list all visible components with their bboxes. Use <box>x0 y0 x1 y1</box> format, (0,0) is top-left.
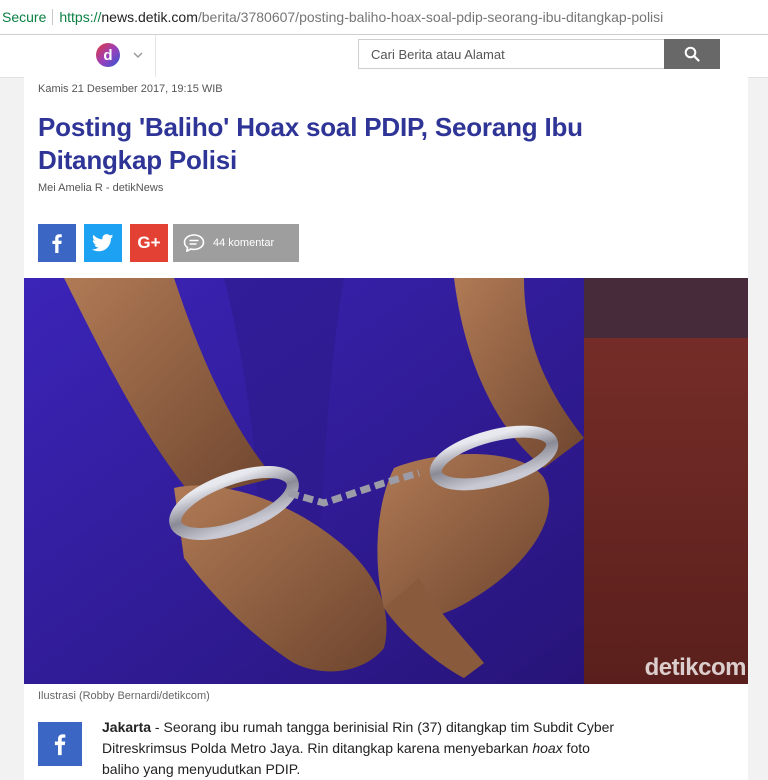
header-divider <box>155 35 156 77</box>
comment-count: 44 komentar <box>213 237 275 249</box>
google-plus-icon: G+ <box>137 233 161 252</box>
article-photo[interactable]: detikcom <box>24 278 748 684</box>
detik-logo-icon[interactable]: d <box>96 43 120 67</box>
article-card: Kamis 21 Desember 2017, 19:15 WIB Postin… <box>24 77 748 780</box>
comment-bubble-icon <box>183 234 205 252</box>
facebook-share-button[interactable] <box>38 224 76 262</box>
hoax-word: hoax <box>532 740 563 756</box>
google-plus-share-button[interactable]: G+ <box>130 224 168 262</box>
comment-button[interactable]: 44 komentar <box>173 224 299 262</box>
article-lead: Jakarta - Seorang ibu rumah tangga berin… <box>102 717 622 780</box>
photo-caption: Ilustrasi (Robby Bernardi/detikcom) <box>38 690 210 702</box>
chevron-down-icon[interactable] <box>132 48 144 60</box>
browser-address-bar[interactable]: Secure https://news.detik.com/berita/378… <box>0 0 768 35</box>
share-bar: G+ 44 komentar <box>38 224 299 262</box>
url-host: news.detik.com <box>101 9 198 25</box>
address-divider <box>52 9 54 25</box>
dateline: Jakarta <box>102 719 152 735</box>
search-button[interactable] <box>664 39 720 69</box>
photo-watermark: detikcom <box>644 654 747 681</box>
handcuffed-hands-photo <box>24 278 748 684</box>
site-header: d <box>0 35 768 78</box>
url-path: /berita/3780607/posting-baliho-hoax-soal… <box>197 9 664 25</box>
twitter-icon <box>92 234 114 252</box>
url-protocol: https:// <box>59 9 102 25</box>
search-icon <box>684 46 700 62</box>
article-author: Mei Amelia R - detikNews <box>38 182 164 194</box>
secure-label: Secure <box>2 9 47 25</box>
search-input[interactable] <box>358 39 664 69</box>
svg-text:d: d <box>103 47 112 64</box>
facebook-icon <box>54 734 66 756</box>
article-title: Posting 'Baliho' Hoax soal PDIP, Seorang… <box>38 112 583 175</box>
twitter-share-button[interactable] <box>84 224 122 262</box>
facebook-icon <box>52 234 62 253</box>
article-date: Kamis 21 Desember 2017, 19:15 WIB <box>38 83 223 95</box>
facebook-floating-share-button[interactable] <box>38 722 82 766</box>
